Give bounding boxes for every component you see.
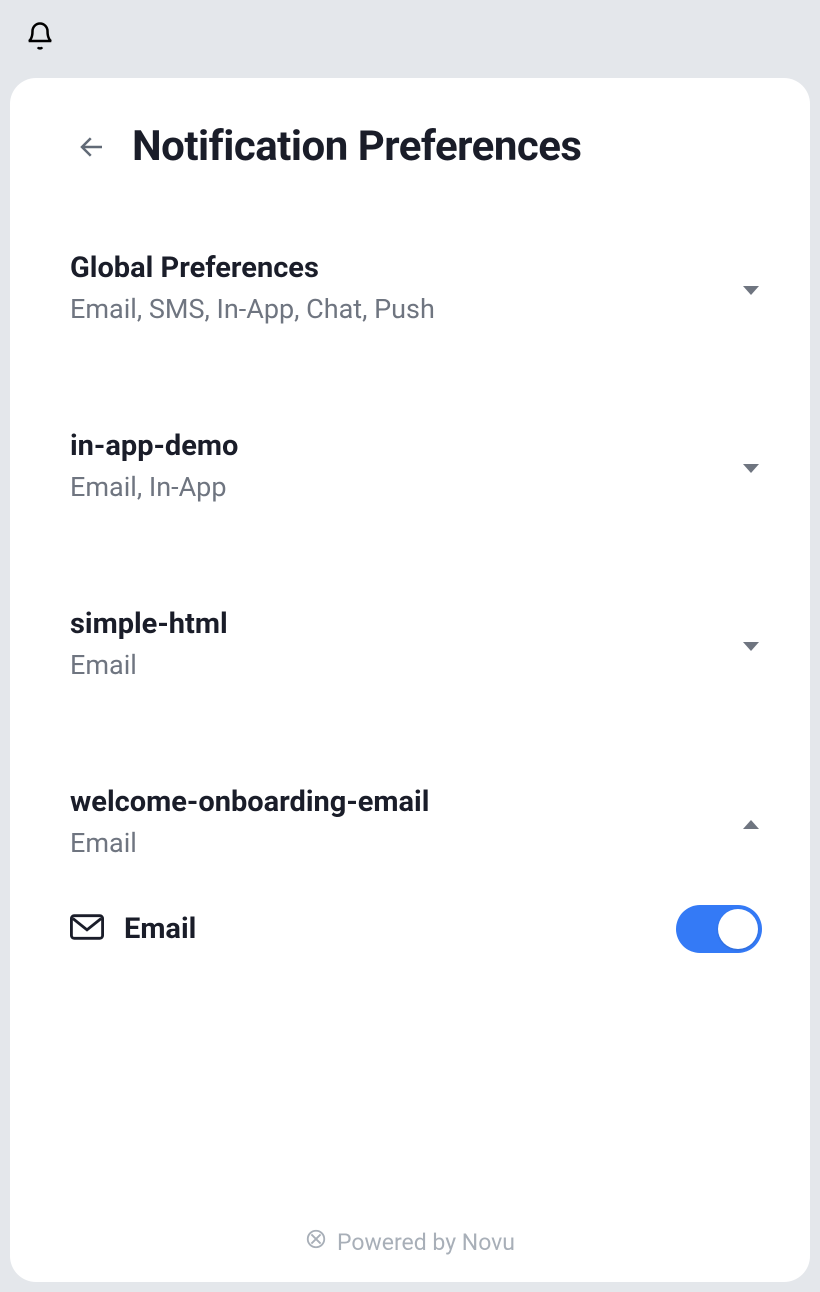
preference-channels: Email [70, 649, 228, 681]
footer: Powered by Novu [10, 1202, 810, 1282]
back-button[interactable] [74, 129, 110, 165]
preference-row-in-app-demo[interactable]: in-app-demo Email, In-App [70, 429, 762, 503]
novu-logo-icon [305, 1228, 327, 1256]
caret-down-icon [740, 457, 762, 479]
toggle-knob [718, 909, 758, 949]
preference-text: in-app-demo Email, In-App [70, 429, 238, 503]
page-title: Notification Preferences [132, 122, 582, 171]
preferences-panel: Notification Preferences Global Preferen… [10, 78, 810, 1282]
preference-row-global[interactable]: Global Preferences Email, SMS, In-App, C… [70, 251, 762, 325]
preference-title: simple-html [70, 607, 228, 641]
preference-channels: Email, In-App [70, 471, 238, 503]
preference-row-simple-html[interactable]: simple-html Email [70, 607, 762, 681]
preference-title: Global Preferences [70, 251, 435, 285]
email-toggle[interactable] [676, 905, 762, 953]
caret-down-icon [740, 635, 762, 657]
preference-channels: Email, SMS, In-App, Chat, Push [70, 293, 435, 325]
preference-row-welcome-onboarding[interactable]: welcome-onboarding-email Email [70, 785, 762, 859]
preference-channels: Email [70, 827, 429, 859]
footer-text: Powered by Novu [337, 1229, 515, 1256]
preferences-list: Global Preferences Email, SMS, In-App, C… [10, 181, 810, 1202]
preference-title: welcome-onboarding-email [70, 785, 429, 819]
channel-row-email: Email [70, 887, 762, 953]
preference-text: simple-html Email [70, 607, 228, 681]
caret-down-icon [740, 279, 762, 301]
preference-title: in-app-demo [70, 429, 238, 463]
mail-icon [70, 913, 104, 945]
preference-text: Global Preferences Email, SMS, In-App, C… [70, 251, 435, 325]
panel-header: Notification Preferences [10, 78, 810, 181]
bell-icon[interactable] [22, 18, 58, 54]
channel-label: Email [124, 912, 196, 946]
preference-text: welcome-onboarding-email Email [70, 785, 429, 859]
caret-up-icon [740, 813, 762, 835]
